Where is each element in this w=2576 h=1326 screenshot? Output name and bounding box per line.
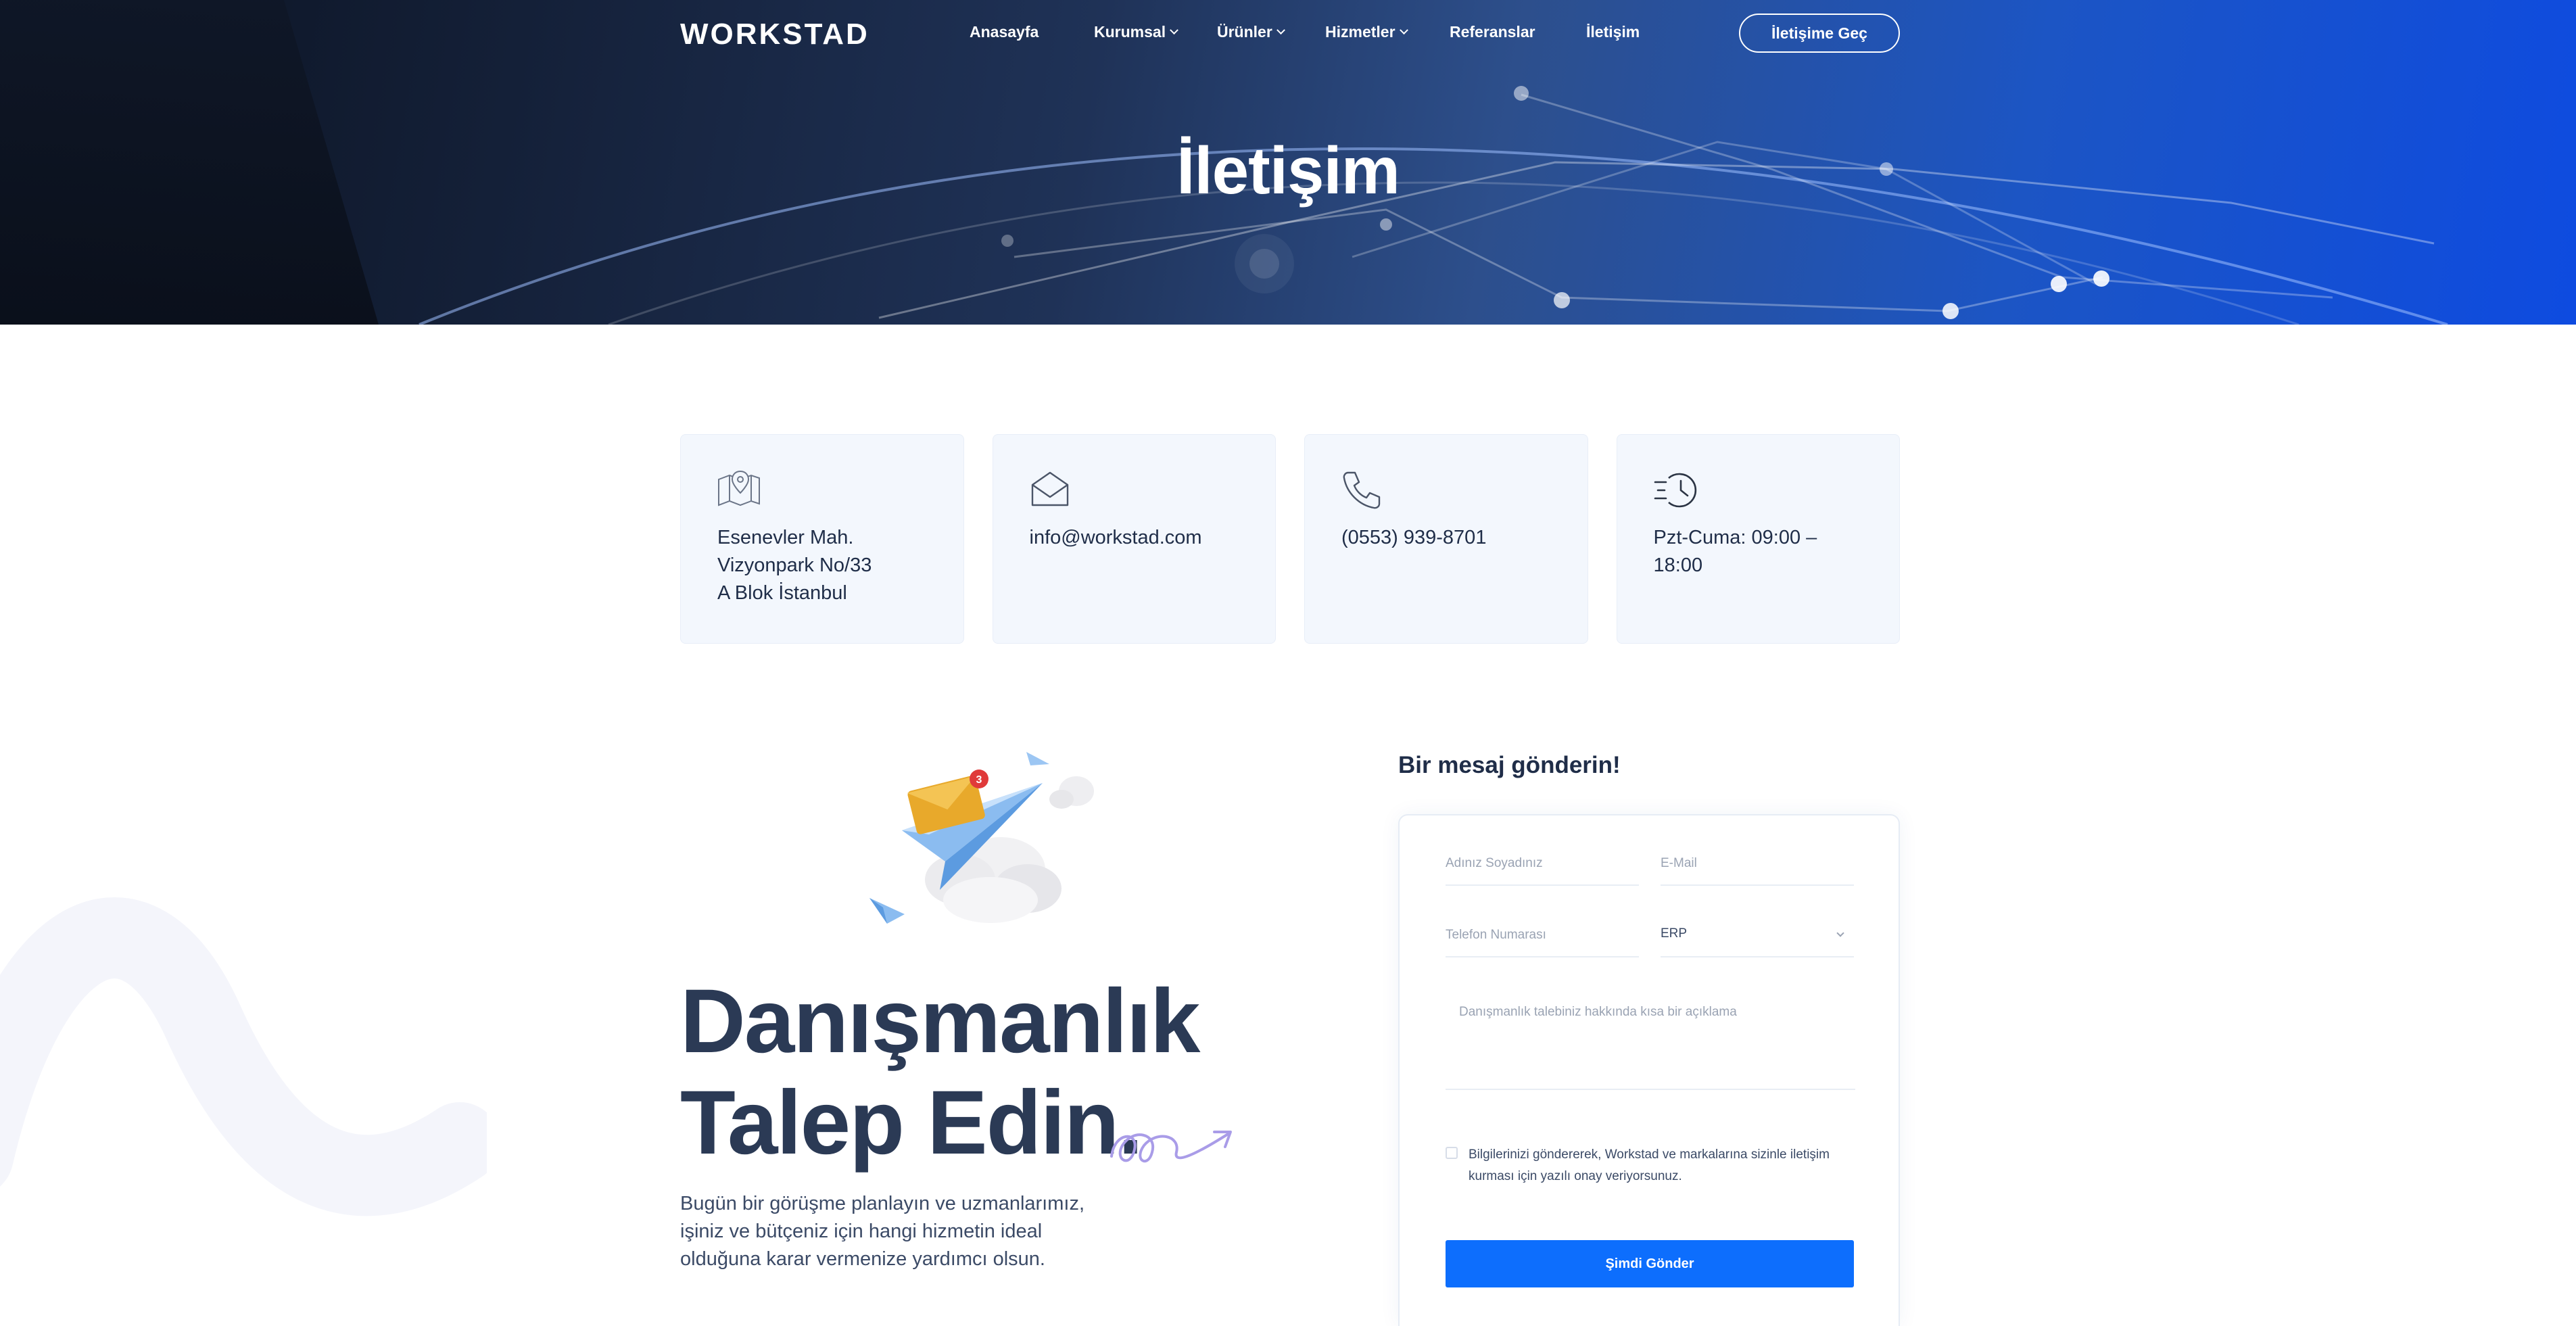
hours-value: Pzt-Cuma: 09:00 – 18:00 (1653, 527, 1817, 576)
hero-banner: WORKSTAD Anasayfa Kurumsal Ürünler Hizme… (0, 0, 2576, 325)
address-text: Esenevler Mah. Vizyonpark No/33 A Blok İ… (717, 524, 936, 607)
workstad-logo[interactable]: WORKSTAD (680, 18, 869, 51)
main-navigation: WORKSTAD Anasayfa Kurumsal Ürünler Hizme… (680, 0, 1900, 66)
email-text[interactable]: info@workstad.com (1030, 524, 1249, 552)
email-card: info@workstad.com (992, 434, 1276, 644)
hours-card: Pzt-Cuma: 09:00 – 18:00 (1616, 434, 1900, 644)
consent-text: Bilgilerinizi göndererek, Workstad ve ma… (1469, 1147, 1830, 1183)
chevron-down-icon (1836, 929, 1844, 937)
address-value: Esenevler Mah. Vizyonpark No/33 A Blok İ… (717, 527, 872, 604)
contact-form: ERP Bilgilerinizi göndererek, Workstad v… (1398, 814, 1900, 1326)
contact-cta-button[interactable]: İletişime Geç (1739, 14, 1900, 53)
chevron-down-icon (1399, 26, 1408, 35)
nav-item-iletisim[interactable]: İletişim (1586, 23, 1640, 41)
email-input[interactable] (1661, 843, 1854, 886)
nav-label: Anasayfa (970, 23, 1039, 41)
message-textarea[interactable] (1446, 991, 1855, 1090)
nav-label: Ürünler (1217, 23, 1272, 41)
phone-text[interactable]: (0553) 939-8701 (1341, 524, 1560, 552)
promo-heading-line2: Talep Edin (680, 1072, 1120, 1173)
nav-item-referanslar[interactable]: Referanslar (1450, 23, 1535, 41)
nav-label: Referanslar (1450, 23, 1535, 41)
decorative-wave (0, 897, 487, 1216)
consent-checkbox[interactable] (1446, 1147, 1458, 1159)
paper-plane-envelope-illustration: 3 (869, 752, 1094, 924)
submit-button[interactable]: Şimdi Gönder (1446, 1240, 1854, 1287)
phone-input[interactable] (1446, 914, 1639, 957)
page-title: İletişim (1176, 133, 1400, 208)
service-select-value: ERP (1661, 926, 1688, 941)
notification-badge: 3 (976, 774, 982, 786)
name-input[interactable] (1446, 843, 1639, 886)
promo-heading-line1: Danışmanlık (680, 971, 1200, 1072)
nav-label: İletişim (1586, 23, 1640, 41)
service-select[interactable]: ERP (1661, 914, 1854, 957)
email-value[interactable]: info@workstad.com (1030, 527, 1202, 548)
address-card: Esenevler Mah. Vizyonpark No/33 A Blok İ… (680, 434, 964, 644)
clock-icon (1654, 473, 1696, 508)
nav-label: Kurumsal (1094, 23, 1166, 41)
chevron-down-icon (1276, 26, 1285, 35)
squiggle-arrow-icon (1110, 1131, 1232, 1162)
hours-text: Pzt-Cuma: 09:00 – 18:00 (1654, 524, 1873, 579)
contact-info-cards: Esenevler Mah. Vizyonpark No/33 A Blok İ… (680, 434, 1900, 644)
nav-item-anasayfa[interactable]: Anasayfa (970, 23, 1039, 41)
map-pin-icon (718, 470, 760, 506)
nav-label: Hizmetler (1325, 23, 1396, 41)
phone-value[interactable]: (0553) 939-8701 (1341, 527, 1486, 548)
form-title: Bir mesaj gönderin! (1398, 752, 1621, 778)
nav-item-kurumsal[interactable]: Kurumsal (1094, 23, 1178, 41)
phone-icon (1343, 471, 1381, 509)
phone-card: (0553) 939-8701 (1304, 434, 1588, 644)
nav-item-urunler[interactable]: Ürünler (1217, 23, 1285, 41)
envelope-icon (1031, 471, 1068, 506)
chevron-down-icon (1170, 26, 1178, 35)
nav-item-hizmetler[interactable]: Hizmetler (1325, 23, 1408, 41)
promo-description: Bugün bir görüşme planlayın ve uzmanları… (680, 1193, 1085, 1270)
